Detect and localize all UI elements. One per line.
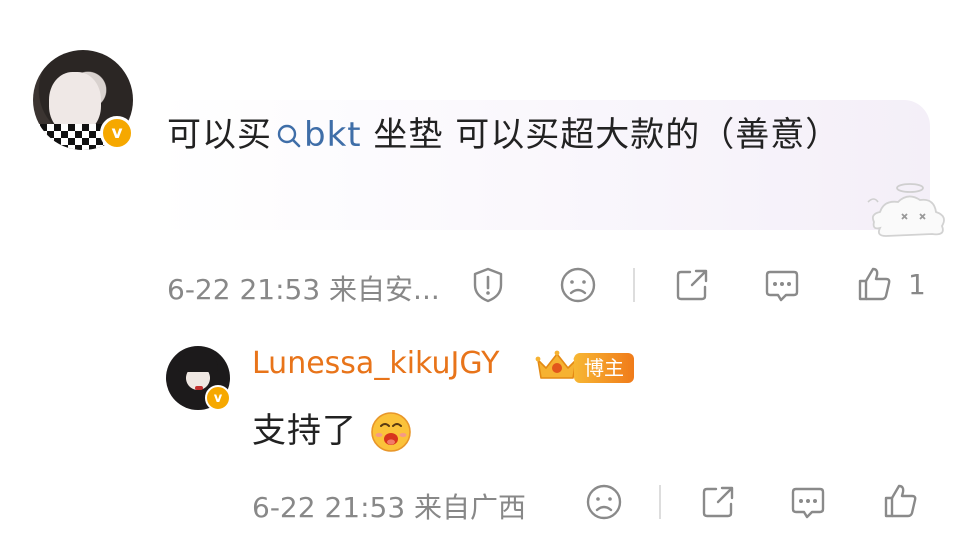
ghost-sticker-icon <box>867 183 945 237</box>
comment-meta: 6-22 21:53 来自安... <box>167 268 440 308</box>
dislike-emoji-icon-reply[interactable] <box>584 482 624 522</box>
comment-text: 可以买 bkt 坐垫 可以买超大款的（善意） <box>167 110 867 160</box>
divider-reply <box>659 485 661 519</box>
share-icon-reply[interactable] <box>698 482 738 522</box>
search-icon <box>277 124 301 148</box>
like-icon-reply[interactable] <box>880 481 920 521</box>
verified-badge: v <box>100 116 134 150</box>
emoji-sticker-icon <box>371 412 411 452</box>
like-count: 1 <box>908 268 926 301</box>
divider <box>633 268 635 302</box>
verified-badge-reply: v <box>205 385 231 411</box>
comment-reply-icon[interactable] <box>762 265 802 305</box>
reply-meta: 6-22 21:53 来自广西 <box>252 486 526 526</box>
reply-location: 来自广西 <box>414 491 527 524</box>
comment-timestamp: 6-22 21:53 <box>167 273 321 306</box>
reply-text: 支持了 <box>252 411 357 451</box>
reply-timestamp: 6-22 21:53 <box>252 491 406 524</box>
dislike-emoji-icon[interactable] <box>558 265 598 305</box>
comment-text-part2: 坐垫 可以买超大款的（善意） <box>361 115 841 155</box>
search-link[interactable]: bkt <box>272 115 362 155</box>
author-badge: 博主 <box>574 353 634 383</box>
share-icon[interactable] <box>672 265 712 305</box>
comment-location: 来自安... <box>329 273 440 306</box>
report-icon[interactable] <box>468 265 508 305</box>
reply-username[interactable]: Lunessa_kikuJGY <box>252 346 499 381</box>
search-link-text: bkt <box>304 115 362 155</box>
comment-text-part1: 可以买 <box>167 115 272 155</box>
comment-reply-icon-reply[interactable] <box>788 482 828 522</box>
like-icon[interactable] <box>854 264 894 304</box>
